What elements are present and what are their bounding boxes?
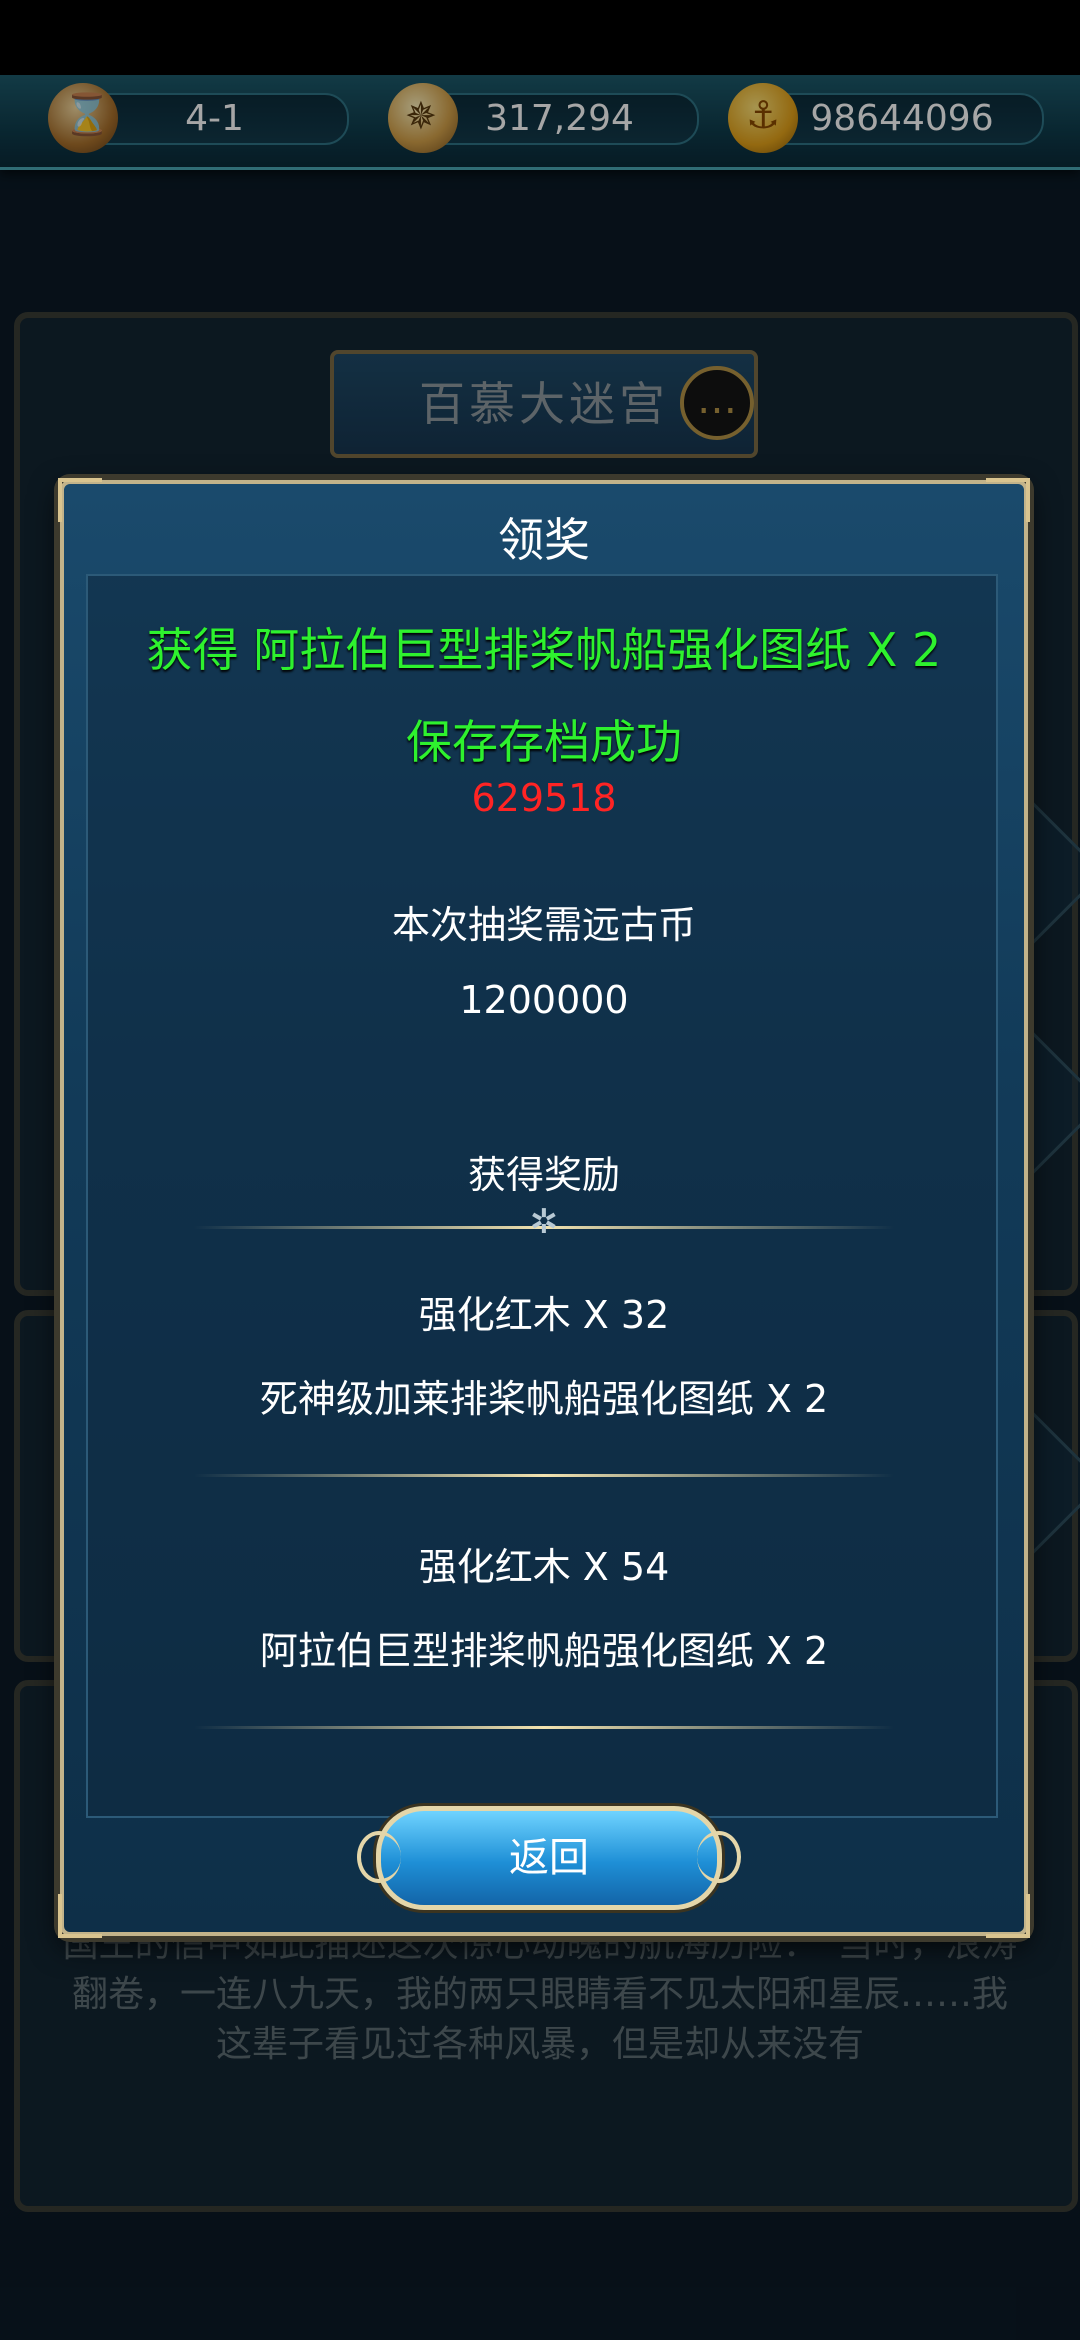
divider bbox=[194, 1726, 894, 1729]
reward-1-line1: 强化红木 X 32 bbox=[418, 1293, 670, 1337]
cost-label: 本次抽奖需远古币 bbox=[391, 903, 696, 947]
ornament-icon: ✲ bbox=[529, 1202, 559, 1242]
frame-corner bbox=[58, 1894, 102, 1938]
reward-dialog: 领奖 获得 阿拉伯巨型排桨帆船强化图纸 X 2 保存存档成功 629518 本次… bbox=[58, 478, 1030, 1938]
frame-corner bbox=[986, 1894, 1030, 1938]
reward-2-line2: 阿拉伯巨型排桨帆船强化图纸 X 2 bbox=[259, 1629, 829, 1673]
dialog-title: 领奖 bbox=[498, 513, 590, 567]
reward-1-line2: 死神级加莱排桨帆船强化图纸 X 2 bbox=[259, 1377, 829, 1421]
reward-2-line1: 强化红木 X 54 bbox=[418, 1545, 670, 1589]
cost-value: 1200000 bbox=[459, 978, 629, 1022]
rewards-heading: 获得奖励 bbox=[467, 1153, 620, 1197]
remaining-coins: 629518 bbox=[471, 776, 617, 820]
back-button[interactable]: 返回 bbox=[357, 1806, 741, 1910]
save-success-notice: 保存存档成功 bbox=[406, 715, 682, 769]
obtained-notice: 获得 阿拉伯巨型排桨帆船强化图纸 X 2 bbox=[146, 623, 942, 677]
divider bbox=[194, 1474, 894, 1477]
